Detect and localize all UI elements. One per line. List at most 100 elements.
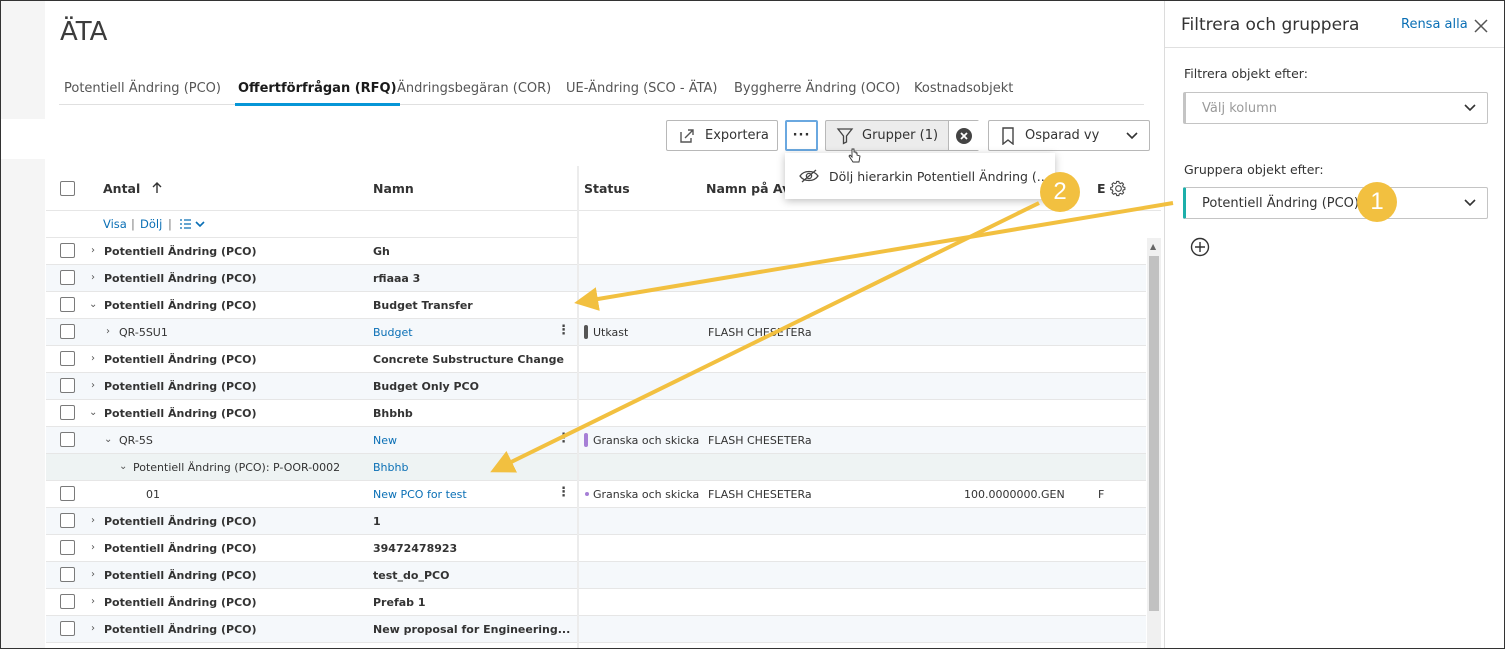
filter-column-select[interactable]: Välj kolumn — [1183, 92, 1488, 124]
clear-group-button[interactable] — [948, 121, 979, 150]
group-by-label: Gruppera objekt efter: — [1184, 162, 1324, 177]
row-checkbox[interactable] — [60, 594, 75, 609]
row-checkbox[interactable] — [60, 567, 75, 582]
row-checkbox[interactable] — [60, 243, 75, 258]
table-row[interactable]: ⌄ Potentiell Ändring (PCO) Budget Transf… — [46, 292, 1146, 319]
column-header-namn[interactable]: Namn — [373, 181, 414, 196]
row-antal: 01 — [146, 488, 160, 501]
show-all-link[interactable]: Visa — [103, 217, 127, 231]
row-checkbox[interactable] — [60, 297, 75, 312]
row-checkbox[interactable] — [60, 486, 75, 501]
row-avtal: FLASH CHESETERa... — [708, 488, 812, 501]
tab-rfq[interactable]: Offertförfrågan (RFQ) — [235, 81, 400, 106]
chevron-right-icon[interactable]: › — [91, 515, 95, 526]
chevron-right-icon[interactable]: › — [91, 380, 95, 391]
row-namn-link[interactable]: Bhbhb — [373, 461, 408, 474]
scroll-up-icon[interactable]: ▲ — [1150, 242, 1156, 251]
row-namn-link[interactable]: New — [373, 434, 397, 447]
group-by-select[interactable]: Potentiell Ändring (PCO) — [1183, 187, 1488, 219]
row-namn: Concrete Substructure Change — [373, 353, 564, 366]
row-antal: Potentiell Ändring (PCO) — [104, 623, 257, 636]
row-namn: Budget Transfer — [373, 299, 473, 312]
table-row[interactable]: › Potentiell Ändring (PCO) test_do_PCO — [46, 562, 1146, 589]
tab-bar: Potentiell Ändring (PCO) Offertförfrågan… — [59, 73, 1144, 106]
table-row[interactable]: ⌄ Potentiell Ändring (PCO) Bhbhb — [46, 400, 1146, 427]
chevron-right-icon[interactable]: › — [91, 272, 95, 283]
tab-cor[interactable]: Ändringsbegäran (COR) — [397, 81, 551, 96]
gear-icon[interactable] — [1110, 180, 1127, 197]
row-amount: 100.0000000.GEN — [964, 488, 1065, 501]
row-checkbox[interactable] — [60, 270, 75, 285]
table-row[interactable]: › QR-5SU1 Budget ⋮ Utkast FLASH CHESETER… — [46, 319, 1146, 346]
tab-cost-objects[interactable]: Kostnadsobjekt — [914, 81, 1013, 96]
row-antal: Potentiell Ändring (PCO) — [104, 299, 257, 312]
row-menu-icon[interactable]: ⋮ — [557, 431, 570, 446]
row-checkbox[interactable] — [60, 324, 75, 339]
table-row[interactable]: › Potentiell Ändring (PCO) New proposal … — [46, 616, 1146, 643]
row-checkbox[interactable] — [60, 540, 75, 555]
row-menu-icon[interactable]: ⋮ — [557, 323, 570, 338]
table-row[interactable]: › Potentiell Ändring (PCO) 1 — [46, 508, 1146, 535]
filter-group-panel: Filtrera och gruppera Rensa alla Filtrer… — [1164, 1, 1504, 648]
chevron-down-icon[interactable]: ⌄ — [119, 461, 127, 472]
scrollbar-thumb[interactable] — [1149, 256, 1159, 611]
table-row[interactable]: › Potentiell Ändring (PCO) Prefab 1 — [46, 589, 1146, 616]
table-row[interactable]: ⌄ QR-5S New ⋮ Granska och skicka in FLAS… — [46, 427, 1146, 454]
tab-sco[interactable]: UE-Ändring (SCO - ÄTA) — [566, 81, 717, 96]
table-row[interactable]: 01 New PCO for test ⋮ Granska och skicka… — [46, 481, 1146, 508]
add-group-icon[interactable] — [1190, 237, 1210, 257]
table-row[interactable]: ⌄ Potentiell Ändring (PCO): P-OOR-0002 B… — [46, 454, 1146, 481]
more-options-button[interactable]: ··· — [785, 120, 818, 151]
row-checkbox[interactable] — [60, 513, 75, 528]
callout-badge-2: 2 — [1040, 172, 1080, 212]
table-row[interactable]: › Potentiell Ändring (PCO) Gh — [46, 238, 1146, 265]
column-header-status[interactable]: Status — [584, 181, 630, 196]
chevron-down-icon — [1464, 104, 1476, 112]
tab-oco[interactable]: Byggherre Ändring (OCO) — [734, 81, 900, 96]
group-button[interactable]: Grupper (1) — [825, 120, 979, 151]
table-row[interactable]: › Potentiell Ändring (PCO) rfiaaa 3 — [46, 265, 1146, 292]
row-menu-icon[interactable]: ⋮ — [557, 485, 570, 500]
saved-view-label: Osparad vy — [1025, 128, 1100, 143]
chevron-down-icon[interactable]: ⌄ — [89, 407, 97, 418]
select-all-checkbox[interactable] — [60, 181, 75, 196]
chevron-down-icon[interactable]: ⌄ — [89, 299, 97, 310]
column-header-e[interactable]: E — [1097, 181, 1106, 196]
row-checkbox[interactable] — [60, 432, 75, 447]
row-checkbox[interactable] — [60, 351, 75, 366]
tab-pco[interactable]: Potentiell Ändring (PCO) — [64, 81, 221, 96]
row-checkbox[interactable] — [60, 621, 75, 636]
sort-ascending-icon — [152, 182, 162, 193]
expand-levels-icon[interactable] — [179, 218, 207, 230]
column-header-antal[interactable]: Antal — [103, 181, 163, 196]
row-namn-link[interactable]: New PCO for test — [373, 488, 467, 501]
page-title: ÄTA — [60, 17, 108, 47]
row-checkbox[interactable] — [60, 378, 75, 393]
chevron-right-icon[interactable]: › — [91, 569, 95, 580]
chevron-right-icon[interactable]: › — [106, 326, 110, 337]
hide-all-link[interactable]: Dölj — [140, 217, 162, 231]
table-row[interactable]: › Potentiell Ändring (PCO) Budget Only P… — [46, 373, 1146, 400]
export-button[interactable]: Exportera — [666, 120, 778, 151]
table-row[interactable]: › Potentiell Ändring (PCO) 39472478923 — [46, 535, 1146, 562]
chevron-right-icon[interactable]: › — [91, 245, 95, 256]
chevron-down-icon[interactable]: ⌄ — [104, 434, 112, 445]
row-checkbox[interactable] — [60, 405, 75, 420]
filter-by-label: Filtrera objekt efter: — [1184, 66, 1308, 81]
panel-title: Filtrera och gruppera — [1181, 15, 1360, 35]
chevron-right-icon[interactable]: › — [91, 596, 95, 607]
mouse-cursor-icon — [848, 148, 861, 163]
table-row[interactable]: › Potentiell Ändring (PCO) Concrete Subs… — [46, 346, 1146, 373]
hide-hierarchy-menu-item[interactable]: Dölj hierarkin Potentiell Ändring (... — [829, 169, 1049, 184]
clear-all-link[interactable]: Rensa alla — [1401, 17, 1468, 32]
close-icon[interactable] — [1473, 18, 1489, 34]
row-namn-link[interactable]: Budget — [373, 326, 413, 339]
grid-scrollbar[interactable]: ▲ — [1147, 238, 1161, 648]
chevron-right-icon[interactable]: › — [91, 353, 95, 364]
row-antal: Potentiell Ändring (PCO) — [104, 515, 257, 528]
separator: | — [131, 217, 135, 231]
chevron-right-icon[interactable]: › — [91, 542, 95, 553]
saved-view-select[interactable]: Osparad vy — [988, 120, 1150, 151]
chevron-right-icon[interactable]: › — [91, 623, 95, 634]
row-avtal: FLASH CHESETERabc — [708, 326, 812, 339]
